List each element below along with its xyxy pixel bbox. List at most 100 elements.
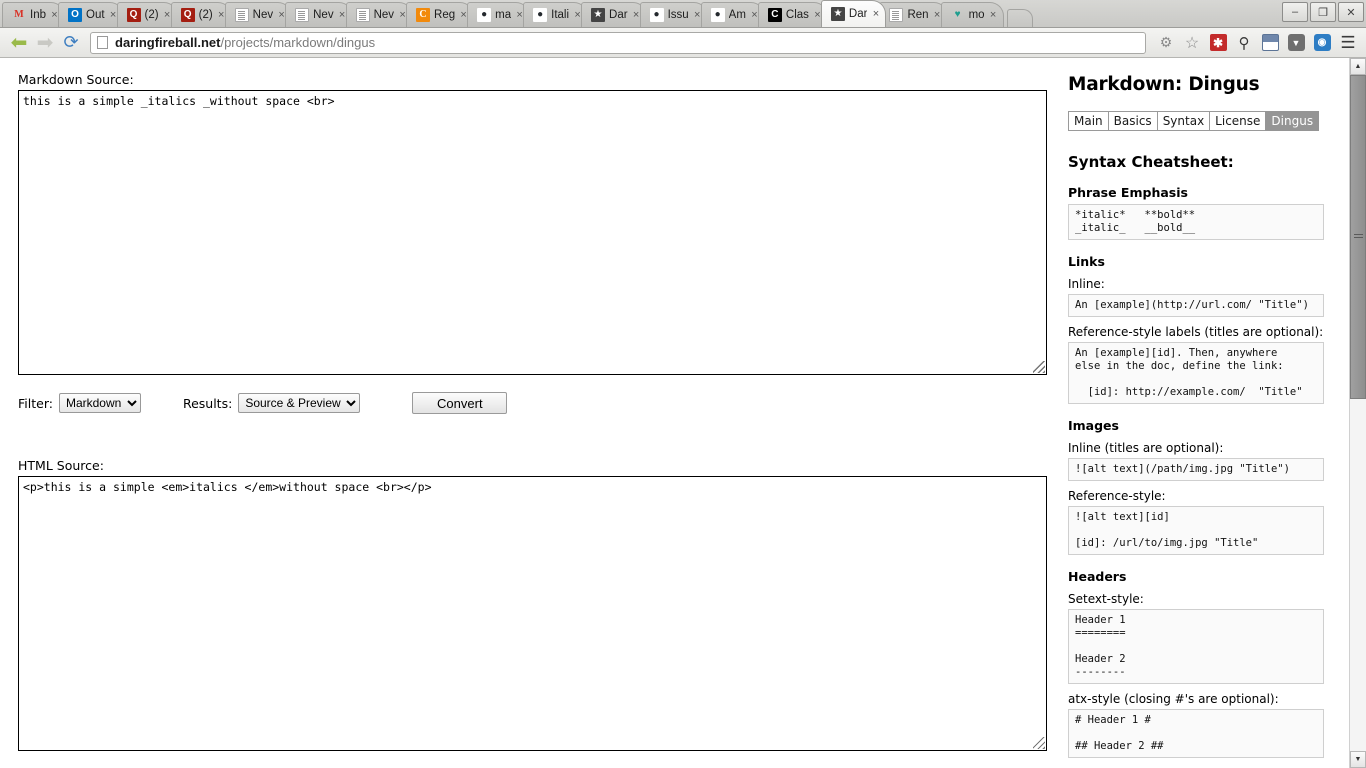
markdown-source-wrap (18, 90, 1047, 375)
browser-tab[interactable]: M Inb × (2, 2, 65, 27)
results-label: Results: (182, 395, 233, 411)
cheatsheet-sections: Phrase Emphasis *italic* **bold** _italic… (1068, 185, 1324, 758)
tab-close-icon[interactable]: × (870, 8, 881, 20)
new-tab-button[interactable] (1006, 9, 1033, 27)
cheatsheet-subheading: Setext-style: (1068, 592, 1144, 606)
html-source-block: HTML Source: (18, 458, 1047, 756)
back-icon[interactable]: ⬅ (6, 31, 32, 55)
close-button[interactable]: ✕ (1338, 2, 1364, 22)
filter-label: Filter: (18, 395, 53, 411)
navigation-bar: ⬅ ➡ ⟳ daringfireball.net /projects/markd… (0, 28, 1366, 58)
browser-tab[interactable]: C Reg × (406, 2, 475, 27)
tab-label: ma (495, 9, 512, 21)
site-nav-tabs: Main Basics Syntax License Dingus (1068, 111, 1324, 131)
browser-tab[interactable]: Nev × (285, 2, 353, 27)
scrollbar-track[interactable] (1350, 75, 1366, 751)
browser-tab[interactable]: Q (2) × (170, 2, 232, 27)
dingus-form: Markdown Source: Filter: Markdown Result… (0, 58, 1060, 768)
document-icon (889, 8, 904, 22)
cheatsheet-code-sample: *italic* **bold** _italic_ __bold__ (1068, 204, 1324, 240)
browser-tab[interactable]: ● Am × (700, 2, 765, 27)
filter-select[interactable]: Markdown (58, 393, 141, 413)
browser-tab[interactable]: ● Itali × (523, 2, 589, 27)
github-icon: ● (533, 8, 548, 22)
adblock-icon[interactable]: ✱ (1206, 31, 1230, 55)
site-nav-tab-syntax[interactable]: Syntax (1156, 111, 1210, 131)
url-path: /projects/markdown/dingus (220, 35, 376, 50)
markdown-source-input[interactable] (18, 90, 1047, 375)
tab-label: (2) (144, 9, 159, 21)
forward-icon[interactable]: ➡ (32, 31, 58, 55)
scroll-up-button[interactable]: ▲ (1350, 58, 1366, 75)
minimize-button[interactable]: – (1282, 2, 1308, 22)
window-split-icon[interactable] (1258, 31, 1282, 55)
page-viewport: Markdown Source: Filter: Markdown Result… (0, 58, 1366, 768)
scroll-down-button[interactable]: ▼ (1350, 751, 1366, 768)
results-select[interactable]: Source & Preview (238, 393, 361, 413)
lamp-icon[interactable]: ⚲ (1232, 31, 1256, 55)
browser-tab[interactable]: ★ Dar × (581, 2, 647, 27)
bug-icon[interactable]: ⚙ (1154, 31, 1178, 55)
browser-tab[interactable]: Ren × (879, 2, 948, 27)
html-source-input[interactable] (18, 476, 1047, 751)
site-nav-tab-main[interactable]: Main (1068, 111, 1108, 131)
tab-label: Dar (609, 9, 628, 21)
sync-icon[interactable]: ◉ (1310, 31, 1334, 55)
browser-tab[interactable]: C Clas × (757, 2, 828, 27)
tab-label: Dar (848, 8, 868, 20)
browser-tab[interactable]: ● Issu × (639, 2, 708, 27)
window-controls: – ❐ ✕ (1282, 2, 1364, 22)
document-icon (295, 8, 310, 22)
browser-tab[interactable]: Nev × (345, 2, 414, 27)
scrollbar-thumb[interactable] (1350, 75, 1366, 400)
html-source-label: HTML Source: (18, 458, 104, 473)
tab-strip: M Inb × O Out × Q (2) × Q (2) × Nev × Nev × Nev × C Reg × ● ma… (0, 0, 1366, 28)
bookmark-star-icon[interactable]: ☆ (1180, 31, 1204, 55)
web-page: Markdown Source: Filter: Markdown Result… (0, 58, 1349, 768)
browser-tab[interactable]: ● ma × (467, 2, 531, 27)
cheatsheet-code-sample: # Header 1 # ## Header 2 ## (1068, 709, 1324, 758)
toolbar-icons: ⚙ ☆ ✱ ⚲ ▼ ◉ ☰ (1152, 31, 1360, 55)
tab-close-icon[interactable]: × (988, 9, 999, 21)
pocket-icon[interactable]: ▼ (1284, 31, 1308, 55)
tab-label: (2) (198, 9, 213, 21)
tab-label: Nev (252, 9, 274, 21)
page-title: Markdown: Dingus (1068, 74, 1260, 95)
browser-tab[interactable]: O Out × (58, 2, 124, 27)
tab-label: Nev (313, 9, 334, 21)
browser-tab[interactable]: Nev × (224, 2, 293, 27)
cheatsheet-code-sample: An [example][id]. Then, anywhere else in… (1068, 342, 1324, 404)
page-info-icon (97, 36, 108, 49)
sidebar: Markdown: Dingus Main Basics Syntax License… (1060, 58, 1332, 768)
document-icon (355, 8, 370, 22)
github-icon: ● (649, 8, 664, 22)
cheatsheet-heading-phrase-emphasis: Phrase Emphasis (1068, 185, 1188, 200)
browser-tab[interactable]: ♥ mo × (940, 2, 1004, 27)
reload-icon[interactable]: ⟳ (58, 31, 84, 55)
site-nav-tab-basics[interactable]: Basics (1107, 111, 1157, 131)
tab-label: mo (968, 9, 985, 21)
star-icon: ★ (830, 7, 845, 21)
menu-icon[interactable]: ☰ (1336, 31, 1360, 55)
browser-tab[interactable]: Q (2) × (116, 2, 178, 27)
shield-icon: ♥ (954, 9, 961, 20)
tab-label: Clas (785, 9, 809, 21)
cheatsheet-heading-images: Images (1068, 418, 1119, 433)
html-source-wrap (18, 476, 1047, 751)
github-icon: ● (477, 8, 492, 22)
html-resize-handle[interactable] (1033, 737, 1045, 749)
scrollbar-grip-icon (1353, 234, 1363, 241)
address-bar[interactable]: daringfireball.net /projects/markdown/di… (90, 31, 1146, 54)
cheatsheet-heading: Syntax Cheatsheet: (1068, 153, 1234, 171)
markdown-resize-handle[interactable] (1033, 361, 1045, 373)
site-nav-tab-license[interactable]: License (1209, 111, 1266, 131)
page-scrollbar[interactable]: ▲ ▼ (1349, 58, 1366, 768)
tab-label: Am (728, 9, 746, 21)
tab-label: Issu (667, 9, 689, 21)
site-nav-tab-dingus[interactable]: Dingus (1265, 111, 1320, 131)
browser-tab[interactable]: ★ Dar × (820, 0, 887, 27)
convert-button[interactable]: Convert (412, 392, 508, 414)
url-host: daringfireball.net (115, 35, 221, 50)
outlook-icon: O (68, 8, 82, 22)
restore-button[interactable]: ❐ (1310, 2, 1336, 22)
